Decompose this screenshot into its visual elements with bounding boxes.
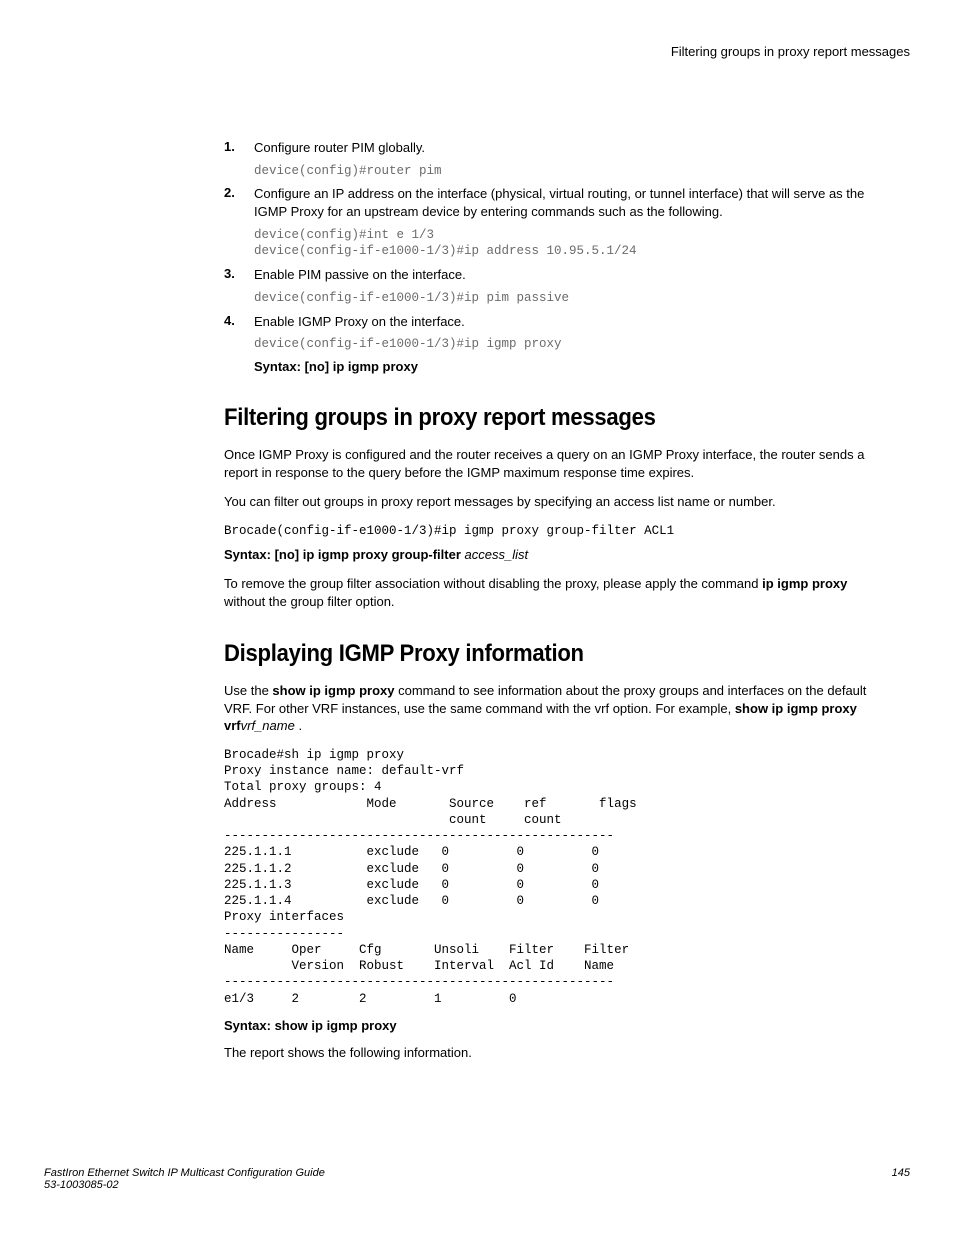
code-example: Brocade(config-if-e1000-1/3)#ip igmp pro… (224, 523, 890, 540)
text-run: without the group filter option. (224, 594, 395, 609)
syntax-line: Syntax: show ip igmp proxy (224, 1017, 890, 1035)
paragraph: Once IGMP Proxy is configured and the ro… (224, 446, 890, 481)
step-text: Configure router PIM globally. (254, 139, 890, 157)
step-num: 1. (224, 139, 235, 154)
running-header: Filtering groups in proxy report message… (44, 44, 910, 59)
step-code: device(config-if-e1000-1/3)#ip igmp prox… (254, 336, 890, 353)
step-code: device(config)#int e 1/3 device(config-i… (254, 227, 890, 261)
step-code: device(config)#router pim (254, 163, 890, 180)
page-footer: FastIron Ethernet Switch IP Multicast Co… (44, 1167, 910, 1191)
paragraph: Use the show ip igmp proxy command to se… (224, 682, 890, 735)
paragraph: To remove the group filter association w… (224, 575, 890, 610)
paragraph: The report shows the following informati… (224, 1044, 890, 1062)
step-num: 4. (224, 313, 235, 328)
step-num: 2. (224, 185, 235, 200)
text-run: To remove the group filter association w… (224, 576, 762, 591)
section-heading-displaying: Displaying IGMP Proxy information (224, 640, 837, 668)
step-4: 4. Enable IGMP Proxy on the interface. d… (224, 313, 890, 374)
main-content: 1. Configure router PIM globally. device… (44, 139, 910, 1062)
step-list: 1. Configure router PIM globally. device… (224, 139, 890, 374)
cli-output: Brocade#sh ip igmp proxy Proxy instance … (224, 747, 890, 1007)
command-arg: vrf_name (241, 718, 295, 733)
text-run: Use the (224, 683, 272, 698)
footer-docnum: 53-1003085-02 (44, 1179, 325, 1191)
step-3: 3. Enable PIM passive on the interface. … (224, 266, 890, 306)
syntax-arg: access_list (465, 547, 529, 562)
command-name: ip igmp proxy (762, 576, 847, 591)
step-1: 1. Configure router PIM globally. device… (224, 139, 890, 179)
page-number: 145 (892, 1167, 910, 1191)
step-num: 3. (224, 266, 235, 281)
footer-title: FastIron Ethernet Switch IP Multicast Co… (44, 1167, 325, 1179)
section-heading-filtering: Filtering groups in proxy report message… (224, 404, 837, 432)
step-2: 2. Configure an IP address on the interf… (224, 185, 890, 260)
paragraph: You can filter out groups in proxy repor… (224, 493, 890, 511)
command-name: show ip igmp proxy (272, 683, 394, 698)
step-text: Configure an IP address on the interface… (254, 185, 890, 220)
syntax-line: Syntax: [no] ip igmp proxy (254, 359, 890, 374)
footer-left: FastIron Ethernet Switch IP Multicast Co… (44, 1167, 325, 1191)
syntax-line: Syntax: [no] ip igmp proxy group-filter … (224, 546, 890, 564)
syntax-bold: Syntax: [no] ip igmp proxy group-filter (224, 547, 465, 562)
step-text: Enable IGMP Proxy on the interface. (254, 313, 890, 331)
text-run: . (295, 718, 302, 733)
step-text: Enable PIM passive on the interface. (254, 266, 890, 284)
step-code: device(config-if-e1000-1/3)#ip pim passi… (254, 290, 890, 307)
